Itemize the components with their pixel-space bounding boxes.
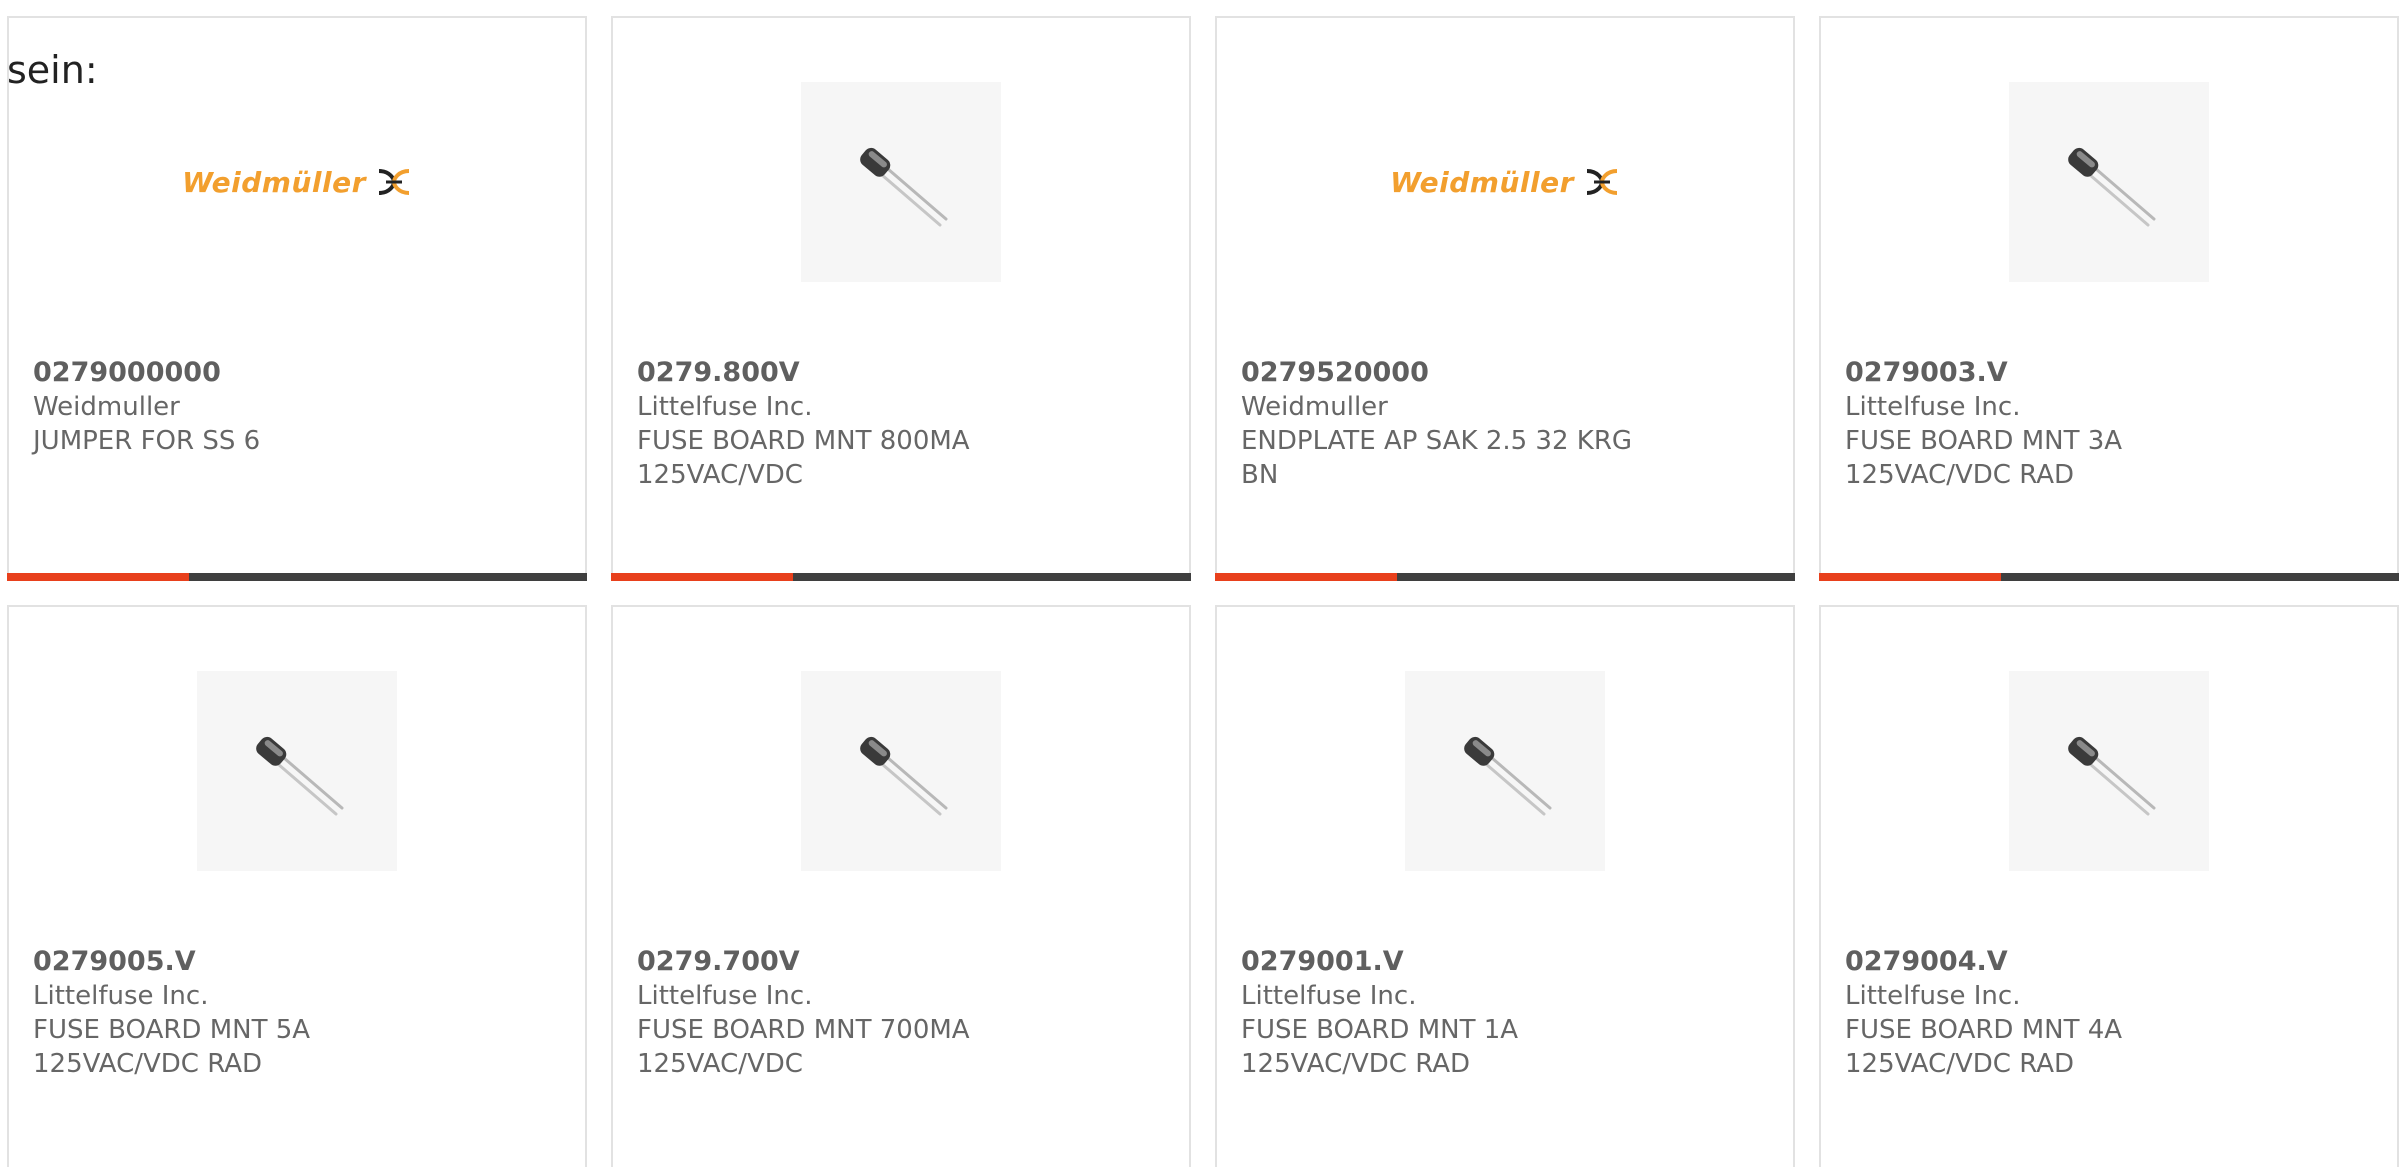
product-info: 0279520000 Weidmuller ENDPLATE AP SAK 2.5 … [1241, 356, 1769, 492]
product-card[interactable]: 0279001.V Littelfuse Inc. FUSE BOARD MNT 1… [1215, 605, 1795, 1167]
caption-text: sein: [7, 48, 98, 92]
product-thumbnail [2009, 82, 2209, 282]
manufacturer-name: Weidmuller [1241, 392, 1388, 422]
card-progress-accent [7, 573, 189, 581]
card-progress-bar [611, 573, 1191, 581]
product-results-page: sein: Weidmüller 0279000000 Weidmuller JUM… [0, 0, 2400, 1167]
product-card[interactable]: Weidmüller 0279000000 Weidmuller JUMPER FO… [7, 16, 587, 581]
description-line: BN [1241, 460, 1279, 490]
product-image[interactable] [9, 671, 585, 871]
fuse-icon [256, 736, 344, 816]
part-number-link[interactable]: 0279000000 [33, 356, 561, 390]
weidmuller-symbol-icon [378, 169, 410, 195]
product-card[interactable]: Weidmüller 0279520000 Weidmuller ENDPLATE … [1215, 16, 1795, 581]
weidmuller-logo: Weidmüller [1390, 166, 1620, 199]
description-line: 125VAC/VDC [637, 460, 803, 490]
product-image[interactable]: Weidmüller [9, 82, 585, 282]
product-image[interactable] [1217, 671, 1793, 871]
product-grid: Weidmüller 0279000000 Weidmuller JUMPER FO… [7, 16, 2400, 1167]
product-thumbnail [801, 82, 1001, 282]
part-number-link[interactable]: 0279.700V [637, 945, 1165, 979]
logo-wordmark: Weidmüller [1390, 165, 1574, 199]
product-card[interactable]: 0279003.V Littelfuse Inc. FUSE BOARD MNT 3… [1819, 16, 2399, 581]
product-info: 0279005.V Littelfuse Inc. FUSE BOARD MNT 5… [33, 945, 561, 1081]
card-progress-bar [1819, 573, 2399, 581]
manufacturer-name: Weidmuller [33, 392, 180, 422]
manufacturer-name: Littelfuse Inc. [637, 392, 813, 422]
fuse-icon [1464, 736, 1552, 816]
product-image[interactable] [1821, 82, 2397, 282]
product-info: 0279001.V Littelfuse Inc. FUSE BOARD MNT 1… [1241, 945, 1769, 1081]
fuse-icon [2068, 736, 2156, 816]
product-image[interactable] [613, 671, 1189, 871]
card-progress-accent [611, 573, 793, 581]
product-card[interactable]: 0279004.V Littelfuse Inc. FUSE BOARD MNT 4… [1819, 605, 2399, 1167]
card-progress-accent [1215, 573, 1397, 581]
product-info: 0279003.V Littelfuse Inc. FUSE BOARD MNT 3… [1845, 356, 2373, 492]
manufacturer-name: Littelfuse Inc. [637, 981, 813, 1011]
product-thumbnail [801, 671, 1001, 871]
description-line: 125VAC/VDC RAD [1845, 1049, 2075, 1079]
part-number-link[interactable]: 0279520000 [1241, 356, 1769, 390]
product-thumbnail [197, 671, 397, 871]
description-line: ENDPLATE AP SAK 2.5 32 KRG [1241, 426, 1633, 456]
weidmuller-symbol-icon [1586, 169, 1618, 195]
description-line: 125VAC/VDC RAD [33, 1049, 263, 1079]
part-number-link[interactable]: 0279005.V [33, 945, 561, 979]
description-line: FUSE BOARD MNT 3A [1845, 426, 2123, 456]
description-line: 125VAC/VDC [637, 1049, 803, 1079]
fuse-icon [860, 736, 948, 816]
product-image[interactable] [1821, 671, 2397, 871]
product-info: 0279004.V Littelfuse Inc. FUSE BOARD MNT 4… [1845, 945, 2373, 1081]
product-info: 0279000000 Weidmuller JUMPER FOR SS 6 [33, 356, 561, 458]
weidmuller-logo: Weidmüller [182, 166, 412, 199]
part-number-link[interactable]: 0279003.V [1845, 356, 2373, 390]
product-card[interactable]: 0279005.V Littelfuse Inc. FUSE BOARD MNT 5… [7, 605, 587, 1167]
product-info: 0279.800V Littelfuse Inc. FUSE BOARD MNT 8… [637, 356, 1165, 492]
part-number-link[interactable]: 0279004.V [1845, 945, 2373, 979]
description-line: FUSE BOARD MNT 4A [1845, 1015, 2123, 1045]
product-card[interactable]: 0279.700V Littelfuse Inc. FUSE BOARD MNT 7… [611, 605, 1191, 1167]
manufacturer-name: Littelfuse Inc. [1845, 981, 2021, 1011]
card-progress-accent [1819, 573, 2001, 581]
description-line: 125VAC/VDC RAD [1845, 460, 2075, 490]
manufacturer-name: Littelfuse Inc. [33, 981, 209, 1011]
description-line: FUSE BOARD MNT 800MA [637, 426, 970, 456]
product-thumbnail [1405, 671, 1605, 871]
product-image[interactable] [613, 82, 1189, 282]
card-progress-bar [1215, 573, 1795, 581]
product-image[interactable]: Weidmüller [1217, 82, 1793, 282]
fuse-icon [860, 147, 948, 227]
part-number-link[interactable]: 0279001.V [1241, 945, 1769, 979]
description-line: FUSE BOARD MNT 700MA [637, 1015, 970, 1045]
description-line: JUMPER FOR SS 6 [33, 426, 261, 456]
manufacturer-name: Littelfuse Inc. [1241, 981, 1417, 1011]
part-number-link[interactable]: 0279.800V [637, 356, 1165, 390]
product-thumbnail [2009, 671, 2209, 871]
logo-wordmark: Weidmüller [182, 165, 366, 199]
description-line: FUSE BOARD MNT 1A [1241, 1015, 1519, 1045]
manufacturer-name: Littelfuse Inc. [1845, 392, 2021, 422]
description-line: 125VAC/VDC RAD [1241, 1049, 1471, 1079]
fuse-icon [2068, 147, 2156, 227]
description-line: FUSE BOARD MNT 5A [33, 1015, 311, 1045]
card-progress-bar [7, 573, 587, 581]
product-card[interactable]: 0279.800V Littelfuse Inc. FUSE BOARD MNT 8… [611, 16, 1191, 581]
product-info: 0279.700V Littelfuse Inc. FUSE BOARD MNT 7… [637, 945, 1165, 1081]
